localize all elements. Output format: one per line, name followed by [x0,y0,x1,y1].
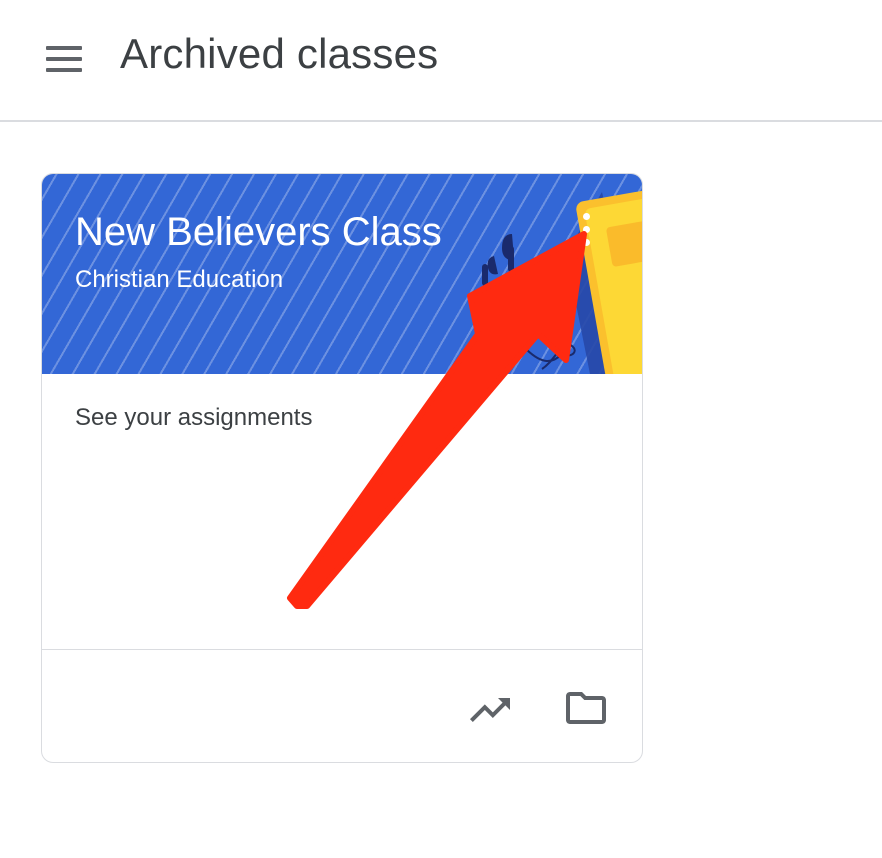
trending-up-icon[interactable] [466,686,514,734]
class-card-footer [42,649,642,762]
class-card: New Believers Class Christian Education … [41,173,643,763]
more-vert-icon[interactable] [574,210,598,250]
hamburger-menu-icon[interactable] [42,40,86,80]
class-card-banner[interactable]: New Believers Class Christian Education [42,174,642,374]
class-card-body: See your assignments [42,374,642,649]
earbuds-illustration [482,234,576,370]
folder-icon[interactable] [562,684,610,732]
see-assignments-link[interactable]: See your assignments [75,404,312,432]
page-title: Archived classes [120,30,439,77]
top-app-bar: Archived classes [0,0,882,122]
class-section: Christian Education [75,266,284,293]
class-name-link[interactable]: New Believers Class [75,210,442,255]
